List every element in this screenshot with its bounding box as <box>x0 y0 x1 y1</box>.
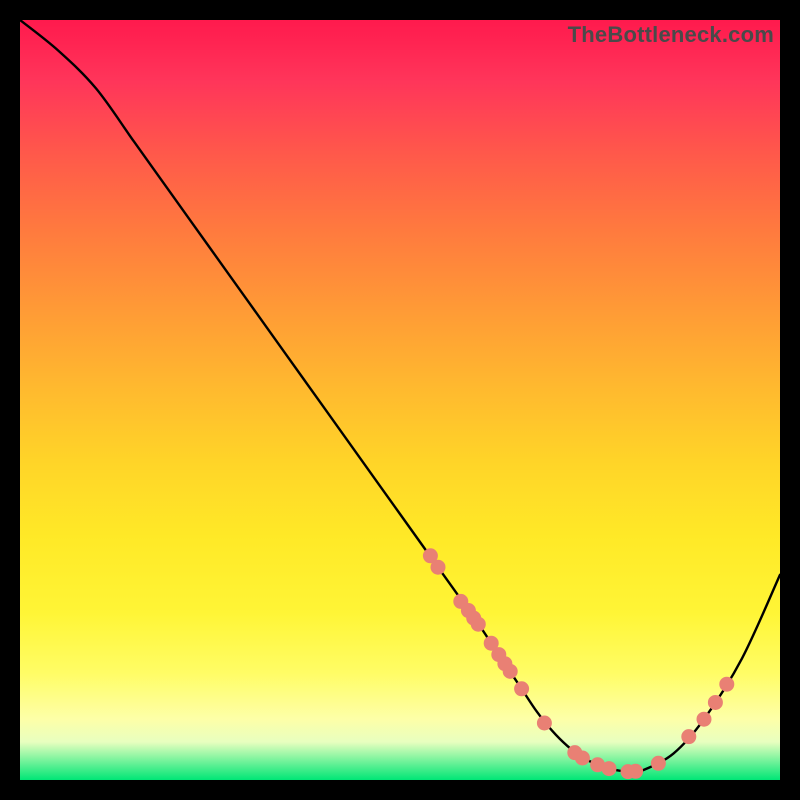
data-marker <box>515 682 529 696</box>
chart-overlay <box>20 20 780 780</box>
data-marker <box>629 764 643 778</box>
data-marker <box>708 695 722 709</box>
data-marker <box>682 730 696 744</box>
plot-area: TheBottleneck.com <box>20 20 780 780</box>
data-markers <box>423 549 733 779</box>
data-marker <box>575 751 589 765</box>
data-marker <box>471 617 485 631</box>
bottleneck-curve <box>20 20 780 772</box>
data-marker <box>431 560 445 574</box>
data-marker <box>720 677 734 691</box>
data-marker <box>503 664 517 678</box>
data-marker <box>651 756 665 770</box>
data-marker <box>697 712 711 726</box>
chart-stage: { "watermark": "TheBottleneck.com", "col… <box>0 0 800 800</box>
data-marker <box>537 716 551 730</box>
data-marker <box>602 762 616 776</box>
